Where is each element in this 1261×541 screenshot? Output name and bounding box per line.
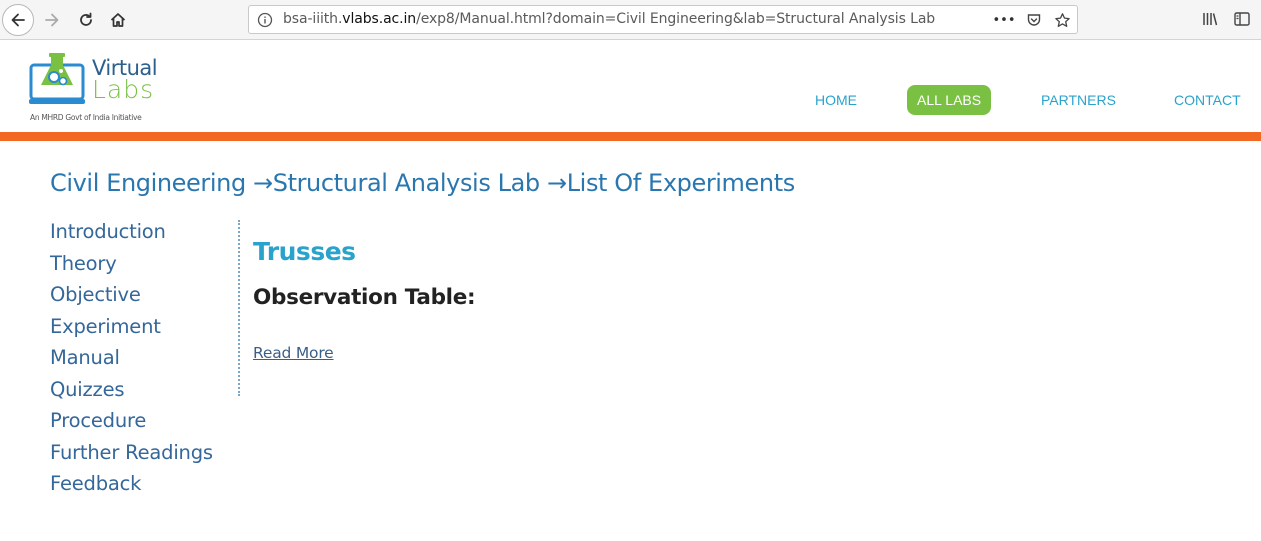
sidebar-menu: Introduction Theory Objective Experiment… <box>50 218 236 502</box>
experiment-title: Trusses <box>253 237 356 266</box>
star-icon[interactable] <box>1053 11 1071 29</box>
logo-word-labs: Labs <box>92 75 155 104</box>
header-divider-bar <box>0 132 1261 141</box>
sidebar-toggle-icon[interactable] <box>1233 10 1251 28</box>
back-button[interactable] <box>2 4 34 36</box>
pocket-icon[interactable] <box>1025 11 1043 29</box>
page-actions-menu[interactable]: ••• <box>993 11 1016 29</box>
nav-contact-link[interactable]: CONTACT <box>1174 85 1241 115</box>
url-domain: vlabs.ac.in <box>342 11 417 27</box>
reload-icon <box>80 12 92 26</box>
arrow-right-icon <box>45 13 59 27</box>
url-text[interactable]: bsa-iiith.vlabs.ac.in/exp8/Manual.html?d… <box>283 11 935 27</box>
browser-toolbar: bsa-iiith.vlabs.ac.in/exp8/Manual.html?d… <box>0 0 1261 40</box>
nav-all-labs-link[interactable]: ALL LABS <box>907 85 992 115</box>
forward-button[interactable] <box>36 4 68 36</box>
sidebar-item-manual[interactable]: Manual <box>50 344 236 376</box>
read-more-link[interactable]: Read More <box>253 344 334 362</box>
sidebar-item-theory[interactable]: Theory <box>50 250 236 282</box>
arrow-left-icon <box>11 13 25 27</box>
sidebar-item-introduction[interactable]: Introduction <box>50 218 236 250</box>
url-prefix: bsa-iiith. <box>283 11 343 27</box>
sidebar-item-experiment[interactable]: Experiment <box>50 313 236 345</box>
virtual-labs-logo[interactable]: Virtual Labs An MHRD Govt of India Initi… <box>28 49 168 125</box>
address-bar[interactable]: bsa-iiith.vlabs.ac.in/exp8/Manual.html?d… <box>248 5 1078 34</box>
sidebar-item-procedure[interactable]: Procedure <box>50 407 236 439</box>
sidebar-item-feedback[interactable]: Feedback <box>50 470 236 502</box>
library-icon[interactable] <box>1201 10 1219 28</box>
logo-tagline: An MHRD Govt of India Initiative <box>30 113 142 122</box>
home-button[interactable] <box>102 4 134 36</box>
sidebar-item-further-readings[interactable]: Further Readings <box>50 439 236 471</box>
info-icon[interactable] <box>257 12 273 28</box>
sidebar-item-objective[interactable]: Objective <box>50 281 236 313</box>
nav-partners-link[interactable]: PARTNERS <box>1041 85 1116 115</box>
section-title: Observation Table: <box>253 285 476 310</box>
content-divider <box>238 220 240 396</box>
flask-monitor-icon <box>29 53 85 104</box>
sidebar-item-quizzes[interactable]: Quizzes <box>50 376 236 408</box>
home-icon <box>110 13 126 27</box>
site-header: Virtual Labs An MHRD Govt of India Initi… <box>0 41 1261 133</box>
reload-button[interactable] <box>70 4 102 36</box>
url-path: /exp8/Manual.html?domain=Civil Engineeri… <box>416 11 936 27</box>
nav-home-link[interactable]: HOME <box>815 85 857 115</box>
breadcrumb[interactable]: Civil Engineering →Structural Analysis L… <box>50 169 795 197</box>
